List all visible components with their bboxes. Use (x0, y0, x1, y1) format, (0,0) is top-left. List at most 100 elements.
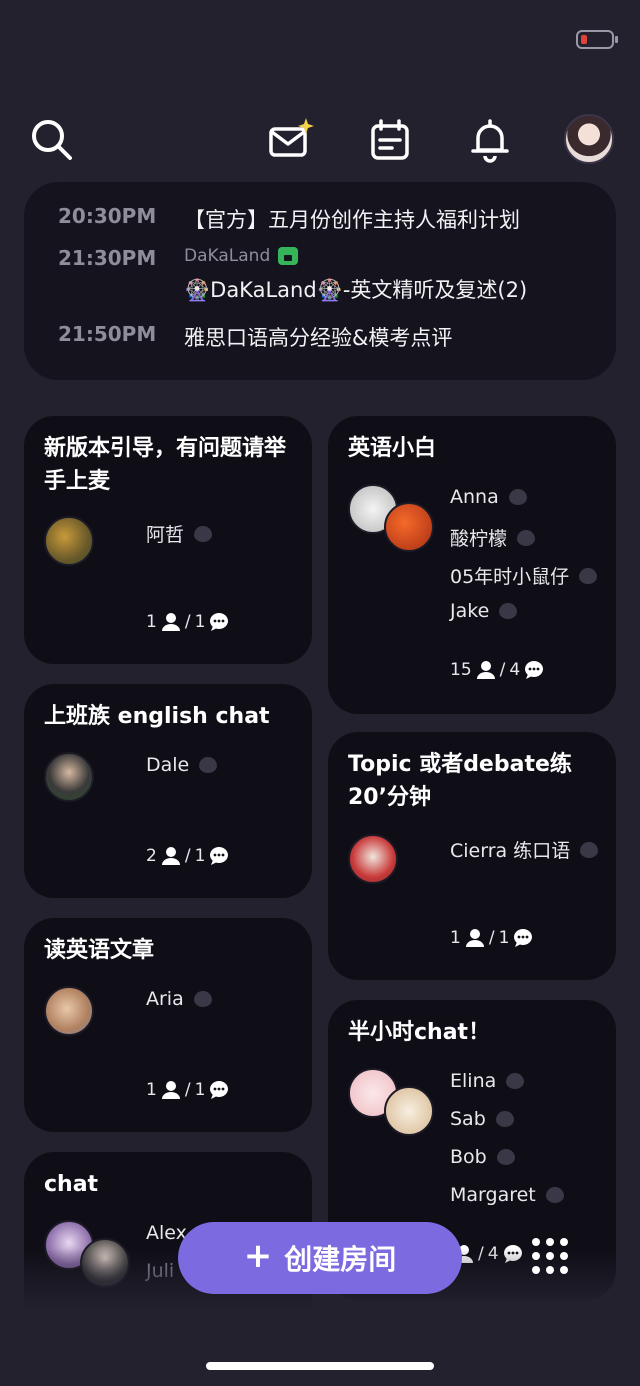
room-card[interactable]: 上班族 english chat Dale 2 / 1 (24, 684, 312, 898)
member: Dale (146, 752, 218, 776)
member: Alex (146, 1222, 187, 1244)
chat-bubble-icon (579, 563, 598, 584)
member: Sab (450, 1106, 514, 1130)
speaker-count: 4 (487, 1244, 499, 1264)
member-name: Sab (450, 1108, 486, 1130)
member-name: 05年时小鼠仔 (450, 566, 570, 588)
member-name: Anna (450, 486, 499, 508)
person-icon (161, 1081, 180, 1099)
schedule-host: DaKaLand (184, 246, 527, 266)
schedule-title: 【官方】五月份创作主持人福利计划 (184, 208, 520, 232)
top-bar (0, 110, 640, 170)
speaker-count: 1 (194, 1080, 206, 1100)
people-count: 1 (450, 928, 461, 948)
chat-icon (210, 1081, 229, 1099)
chat-bubble-icon (545, 1182, 564, 1203)
schedule-time: 20:30PM (58, 204, 157, 228)
schedule-card[interactable]: 20:30PM 【官方】五月份创作主持人福利计划 21:30PM DaKaLan… (24, 182, 616, 380)
room-stats: 15 / 4 (450, 660, 544, 680)
chat-bubble-icon (194, 521, 213, 542)
member-name: Dale (146, 754, 190, 776)
people-count: 15 (450, 660, 472, 680)
member-name: Jake (450, 600, 490, 622)
room-card[interactable]: 读英语文章 Aria 1 / 1 (24, 918, 312, 1132)
person-icon (161, 613, 180, 631)
chat-bubble-icon (580, 837, 599, 858)
chat-bubble-icon (193, 986, 212, 1007)
room-stats: 1 / 1 (146, 612, 229, 632)
room-title: 半小时chat！ (348, 1020, 491, 1045)
home-indicator[interactable] (206, 1362, 434, 1370)
member-name: Bob (450, 1146, 487, 1168)
person-icon (161, 847, 180, 865)
member: Bob (450, 1144, 515, 1168)
member: Cierra 练口语 (450, 836, 599, 863)
room-title: 读英语文章 (44, 938, 155, 963)
member: 阿哲 (146, 520, 213, 547)
schedule-item[interactable]: 20:30PM 【官方】五月份创作主持人福利计划 (58, 204, 520, 234)
chat-bubble-icon (508, 484, 527, 505)
calendar-icon[interactable] (366, 116, 414, 164)
room-title: 英语小白 (348, 436, 437, 461)
chat-bubble-icon (499, 598, 518, 619)
speaker-count: 1 (498, 928, 510, 948)
room-stats: 1 / 1 (450, 928, 533, 948)
schedule-time: 21:30PM (58, 246, 157, 270)
home-icon (278, 247, 299, 265)
people-count: 2 (146, 846, 157, 866)
member-name: Alex (146, 1222, 187, 1244)
schedule-host-name: DaKaLand (184, 246, 271, 266)
chat-icon (525, 661, 544, 679)
avatar (348, 834, 398, 884)
chat-bubble-icon (517, 525, 536, 546)
member-name: Margaret (450, 1184, 536, 1206)
person-icon (465, 929, 484, 947)
member-name: 阿哲 (146, 524, 185, 546)
bell-icon[interactable] (466, 116, 514, 164)
member-name: Elina (450, 1070, 497, 1092)
chat-icon (210, 847, 229, 865)
plus-icon: + (243, 1236, 273, 1276)
people-count: 1 (146, 612, 157, 632)
avatar (384, 1086, 434, 1136)
status-bar (0, 0, 640, 80)
people-count: 1 (146, 1080, 157, 1100)
room-card[interactable]: 新版本引导，有问题请举手上麦 阿哲 1 / 1 (24, 416, 312, 664)
member: Jake (450, 598, 518, 622)
grid-icon[interactable] (530, 1236, 570, 1276)
avatar (44, 986, 94, 1036)
person-icon (476, 661, 495, 679)
schedule-item[interactable]: 21:50PM 雅思口语高分经验&模考点评 (58, 322, 452, 352)
mail-sparkle-icon[interactable] (266, 116, 314, 164)
member: Margaret (450, 1182, 564, 1206)
avatar (384, 502, 434, 552)
schedule-title: 雅思口语高分经验&模考点评 (184, 326, 453, 350)
chat-icon (503, 1245, 522, 1263)
member: 酸柠檬 (450, 524, 536, 551)
room-title: 新版本引导，有问题请举手上麦 (44, 436, 287, 494)
speaker-count: 4 (509, 660, 521, 680)
speaker-count: 1 (194, 612, 206, 632)
room-card[interactable]: Topic 或者debate练20’分钟 Cierra 练口语 1 / 1 (328, 732, 616, 980)
search-icon[interactable] (28, 116, 76, 164)
member: Juli (146, 1260, 174, 1282)
chat-bubble-icon (495, 1106, 514, 1127)
schedule-title: 🎡DaKaLand🎡-英文精听及复述(2) (184, 278, 528, 302)
room-title: Topic 或者debate练20’分钟 (348, 752, 572, 810)
avatar (44, 516, 94, 566)
chat-bubble-icon (496, 1144, 515, 1165)
room-card[interactable]: 英语小白 Anna 酸柠檬 05年时小鼠仔 Jake 15 / 4 (328, 416, 616, 714)
room-stats: 1 / 1 (146, 1080, 229, 1100)
member-name: Aria (146, 988, 184, 1010)
chat-icon (514, 929, 533, 947)
schedule-item[interactable]: 21:30PM DaKaLand 🎡DaKaLand🎡-英文精听及复述(2) (58, 246, 527, 304)
room-stats: 2 / 1 (146, 846, 229, 866)
member: Elina (450, 1068, 525, 1092)
member-name: Juli (146, 1260, 175, 1282)
create-room-button[interactable]: + 创建房间 (178, 1222, 462, 1294)
member-name: Cierra 练口语 (450, 840, 571, 862)
member-name: 酸柠檬 (450, 528, 508, 550)
room-title: chat (44, 1172, 99, 1197)
profile-avatar[interactable] (564, 114, 614, 164)
battery-icon (576, 30, 618, 49)
